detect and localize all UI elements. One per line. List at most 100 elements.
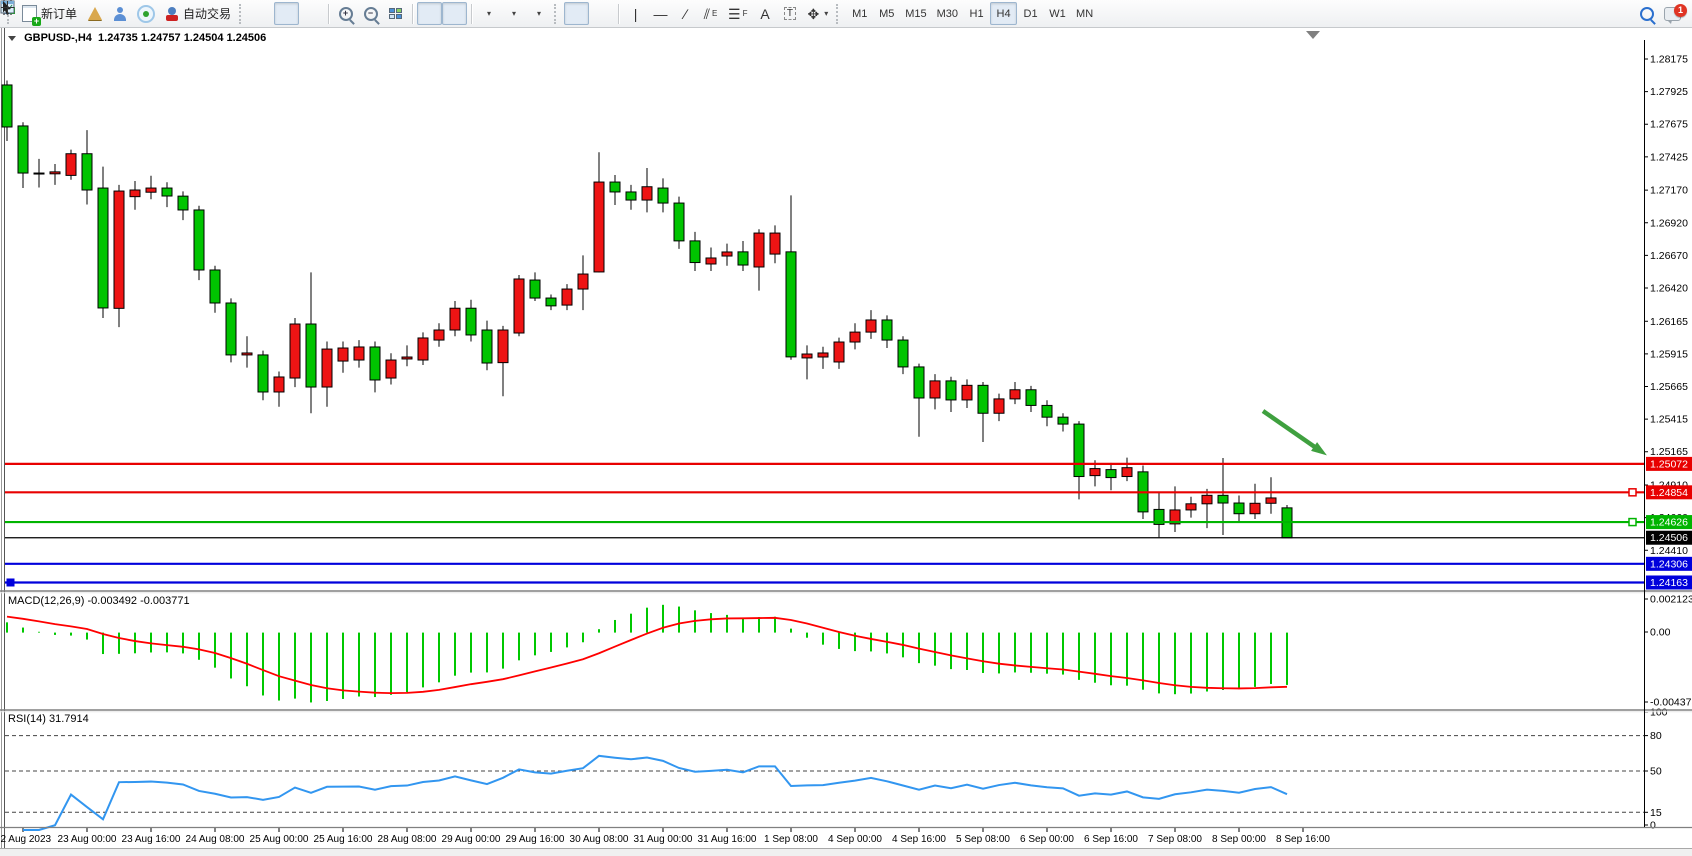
notifications-button[interactable]: 1: [1659, 2, 1686, 25]
svg-text:30 Aug 08:00: 30 Aug 08:00: [570, 834, 629, 845]
svg-text:1.27425: 1.27425: [1650, 151, 1688, 163]
tf-m15-button[interactable]: M15: [900, 2, 931, 25]
zoom-out-button[interactable]: −: [358, 2, 383, 25]
svg-text:1 Sep 08:00: 1 Sep 08:00: [764, 834, 818, 845]
tf-mn-button[interactable]: MN: [1071, 2, 1098, 25]
horizontal-line-button[interactable]: —: [648, 2, 673, 25]
svg-text:22 Aug 2023: 22 Aug 2023: [0, 834, 52, 845]
svg-text:15: 15: [1650, 807, 1662, 819]
main-toolbar: + 新订单 自动交易 + −: [0, 0, 1692, 28]
search-button[interactable]: [1634, 2, 1659, 25]
templates-button[interactable]: ▾: [526, 2, 551, 25]
svg-text:80: 80: [1650, 730, 1662, 742]
person-icon: [113, 7, 127, 21]
svg-text:0: 0: [1650, 820, 1656, 832]
label-button[interactable]: T: [777, 2, 802, 25]
tf-m30-button[interactable]: M30: [932, 2, 963, 25]
svg-text:6 Sep 00:00: 6 Sep 00:00: [1020, 834, 1074, 845]
fibonacci-letter: F: [743, 9, 748, 18]
text-icon: A: [760, 7, 769, 21]
search-icon: [1640, 7, 1654, 21]
candlestick-chart-button[interactable]: [274, 2, 299, 25]
trendline-button[interactable]: ∕: [673, 2, 698, 25]
svg-text:1.24854: 1.24854: [1650, 487, 1688, 499]
cursor-button[interactable]: [564, 2, 589, 25]
crosshair-button[interactable]: [589, 2, 614, 25]
svg-text:0.002123: 0.002123: [1650, 594, 1692, 606]
arrows-icon: ✥: [807, 7, 819, 21]
tile-windows-button[interactable]: [383, 2, 408, 25]
svg-text:29 Aug 00:00: 29 Aug 00:00: [442, 834, 501, 845]
tf-w1-button[interactable]: W1: [1044, 2, 1071, 25]
vertical-line-icon: |: [634, 7, 638, 21]
svg-text:24 Aug 08:00: 24 Aug 08:00: [186, 834, 245, 845]
arrows-button[interactable]: ✥▾: [802, 2, 833, 25]
zoom-out-icon: −: [364, 7, 378, 21]
svg-text:1.26670: 1.26670: [1650, 250, 1688, 262]
market-watch-button[interactable]: [82, 2, 107, 25]
tf-d1-button[interactable]: D1: [1017, 2, 1044, 25]
auto-scroll-button[interactable]: [417, 2, 442, 25]
toolbar-grip[interactable]: [836, 4, 843, 24]
svg-text:4 Sep 00:00: 4 Sep 00:00: [828, 834, 882, 845]
svg-text:1.25165: 1.25165: [1650, 446, 1688, 458]
tf-m5-button[interactable]: M5: [873, 2, 900, 25]
new-order-icon: +: [22, 5, 37, 22]
channel-letter: E: [712, 9, 717, 18]
crosshair-icon: [0, 0, 15, 15]
svg-text:1.24626: 1.24626: [1650, 517, 1688, 529]
channel-icon: ⫽: [704, 7, 710, 21]
svg-text:28 Aug 08:00: 28 Aug 08:00: [378, 834, 437, 845]
label-icon: T: [784, 7, 796, 20]
svg-text:1.26165: 1.26165: [1650, 316, 1688, 328]
signals-button[interactable]: [132, 2, 160, 25]
svg-text:29 Aug 16:00: 29 Aug 16:00: [506, 834, 565, 845]
horizontal-line-icon: —: [654, 7, 668, 21]
notification-badge: 1: [1674, 4, 1687, 17]
indicators-button[interactable]: ▾: [476, 2, 501, 25]
svg-text:25 Aug 00:00: 25 Aug 00:00: [250, 834, 309, 845]
signal-icon: [137, 5, 155, 23]
svg-text:8 Sep 00:00: 8 Sep 00:00: [1212, 834, 1266, 845]
svg-text:1.25072: 1.25072: [1650, 458, 1688, 470]
svg-text:25 Aug 16:00: 25 Aug 16:00: [314, 834, 373, 845]
svg-text:1.25915: 1.25915: [1650, 348, 1688, 360]
tf-h1-button[interactable]: H1: [963, 2, 990, 25]
vertical-line-button[interactable]: |: [623, 2, 648, 25]
fibonacci-button[interactable]: ☰F: [723, 2, 752, 25]
svg-text:1.25665: 1.25665: [1650, 381, 1688, 393]
bar-chart-button[interactable]: [249, 2, 274, 25]
svg-text:6 Sep 16:00: 6 Sep 16:00: [1084, 834, 1138, 845]
periods-button[interactable]: ▾: [501, 2, 526, 25]
channel-button[interactable]: ⫽E: [698, 2, 723, 25]
svg-text:23 Aug 16:00: 23 Aug 16:00: [122, 834, 181, 845]
svg-text:50: 50: [1650, 766, 1662, 778]
toolbar-grip[interactable]: [554, 4, 561, 24]
cone-icon: [88, 7, 102, 20]
svg-text:1.25415: 1.25415: [1650, 414, 1688, 426]
autotrading-icon: [165, 7, 179, 21]
svg-text:7 Sep 08:00: 7 Sep 08:00: [1148, 834, 1202, 845]
line-chart-button[interactable]: [299, 2, 324, 25]
community-button[interactable]: [107, 2, 132, 25]
tf-h4-button[interactable]: H4: [990, 2, 1017, 25]
chart-shift-button[interactable]: [442, 2, 467, 25]
svg-text:1.27925: 1.27925: [1650, 86, 1688, 98]
dropdown-caret: ▾: [512, 9, 516, 18]
dropdown-caret: ▾: [824, 9, 828, 18]
new-order-button[interactable]: + 新订单: [17, 2, 82, 25]
autotrading-button[interactable]: 自动交易: [160, 2, 236, 25]
toolbar-grip[interactable]: [239, 4, 246, 24]
tf-m1-button[interactable]: M1: [846, 2, 873, 25]
zoom-in-icon: +: [339, 7, 353, 21]
text-button[interactable]: A: [752, 2, 777, 25]
svg-text:8 Sep 16:00: 8 Sep 16:00: [1276, 834, 1330, 845]
svg-text:4 Sep 16:00: 4 Sep 16:00: [892, 834, 946, 845]
zoom-in-button[interactable]: +: [333, 2, 358, 25]
svg-text:1.24163: 1.24163: [1650, 577, 1688, 589]
dropdown-caret: ▾: [537, 9, 541, 18]
svg-text:100: 100: [1650, 707, 1668, 719]
new-order-label: 新订单: [41, 5, 77, 22]
fibonacci-icon: ☰: [728, 7, 741, 21]
dropdown-caret: ▾: [487, 9, 491, 18]
